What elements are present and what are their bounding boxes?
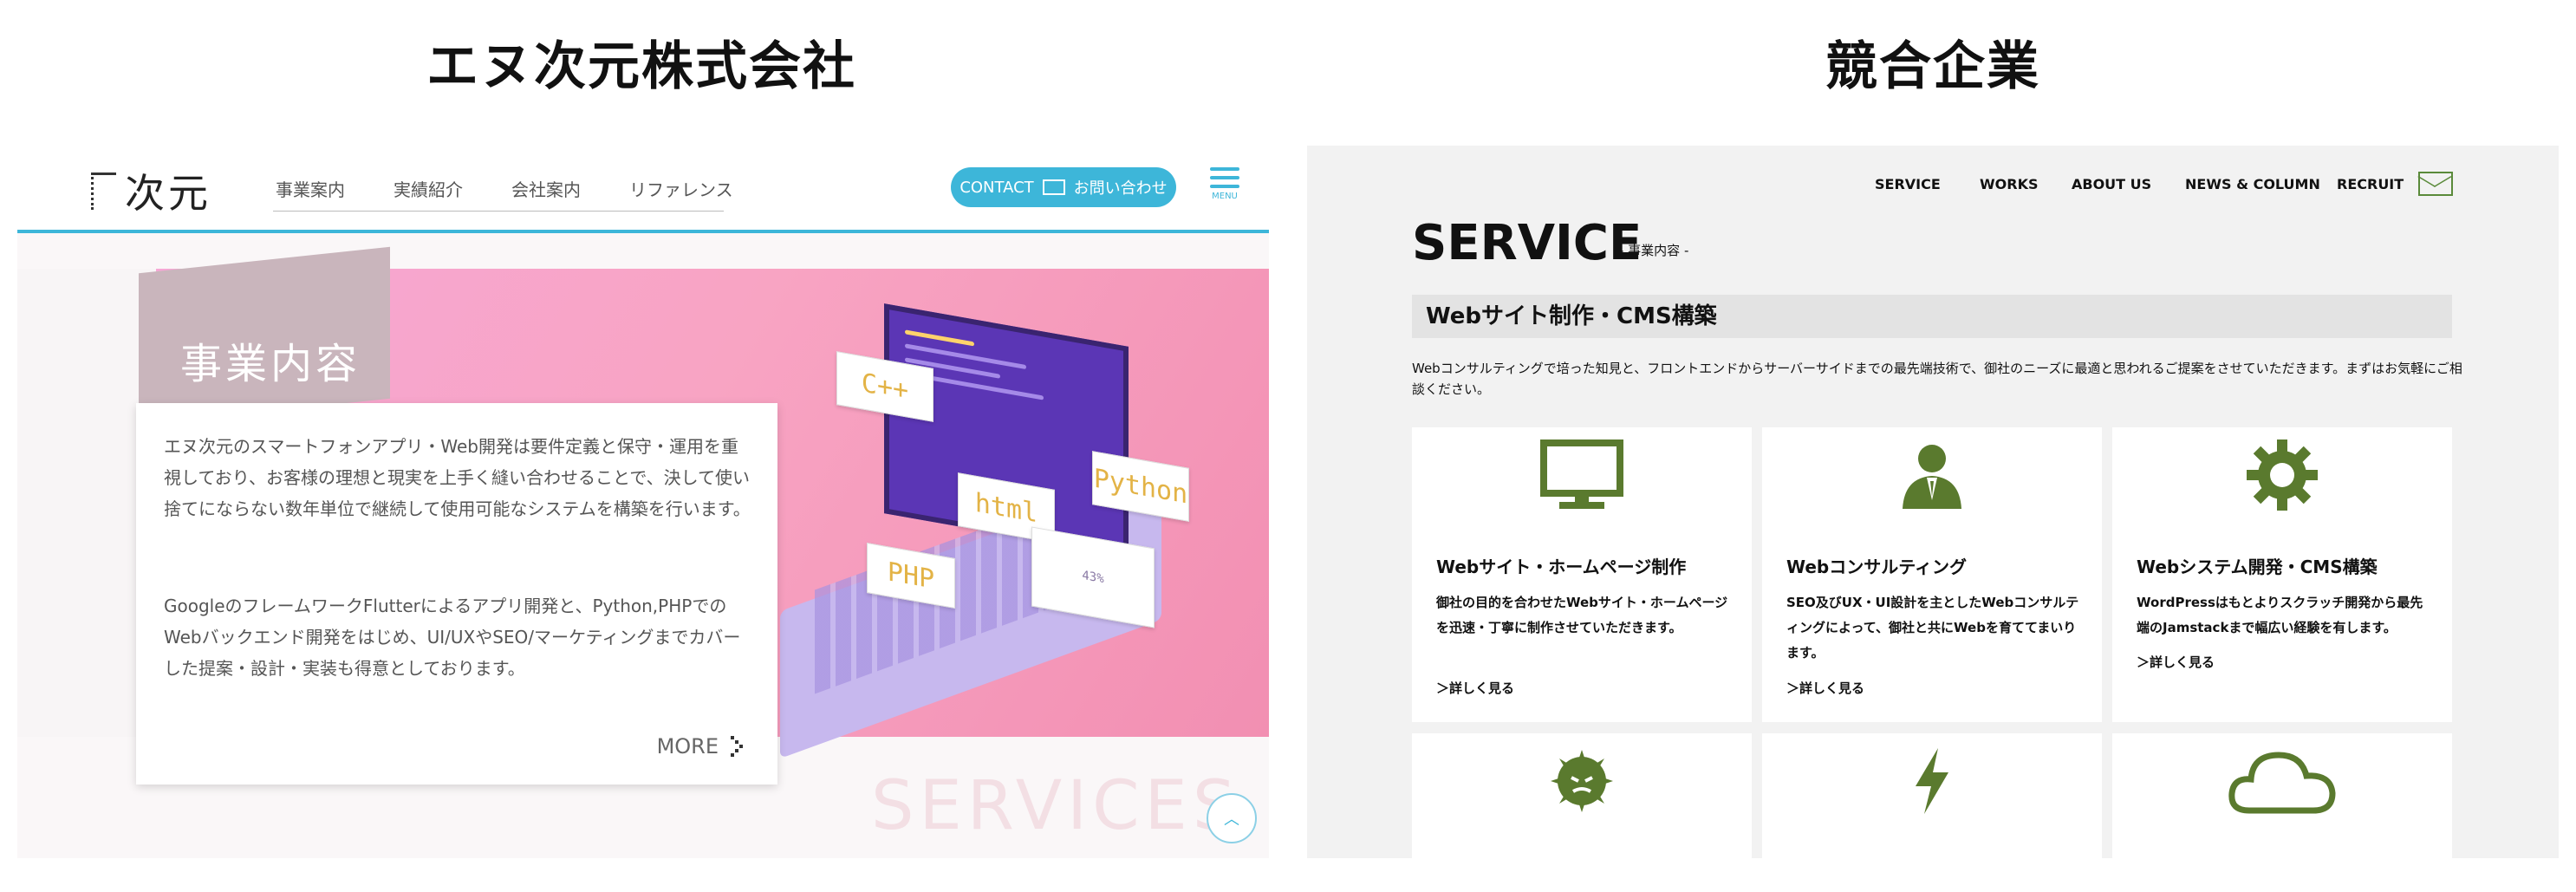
details-link[interactable]: ＞詳しく見る <box>2137 653 2215 671</box>
card-title: Webサイト・ホームページ制作 <box>1436 557 1687 577</box>
right-heading: 競合企業 <box>1825 36 2040 97</box>
service-card-website[interactable]: Webサイト・ホームページ制作 御社の目的を合わせたWebサイト・ホームページを… <box>1412 427 1752 722</box>
details-link[interactable]: ＞詳しく見る <box>1786 679 1864 697</box>
logo-mark-icon <box>91 172 116 210</box>
page-title: SERVICE <box>1412 215 1643 271</box>
section-heading: Webサイト制作・CMS構築 <box>1412 295 2452 338</box>
services-watermark: SERVICES <box>871 767 1241 845</box>
more-link[interactable]: MORE <box>657 734 743 759</box>
contact-label-ja: お問い合わせ <box>1073 179 1168 198</box>
left-heading: エヌ次元株式会社 <box>426 36 856 97</box>
lightning-icon <box>1762 733 2102 829</box>
logo[interactable]: 次元 <box>91 162 211 219</box>
contact-label-en: CONTACT <box>959 178 1034 197</box>
description-paragraph-1: エヌ次元のスマートフォンアプリ・Web開発は要件定義と保守・運用を重視しており、… <box>164 436 751 519</box>
hamburger-icon <box>1210 167 1239 171</box>
monitor-icon <box>1412 427 1752 523</box>
mail-icon <box>1042 179 1065 195</box>
card-desc: WordPressはもとよりスクラッチ開発から最先端のJamstackまで幅広い… <box>2137 595 2423 635</box>
menu-button[interactable]: MENU <box>1210 167 1239 201</box>
intro-text: Webコンサルティングで培った知見と、フロントエンドからサーバーサイドまでの最先… <box>1412 361 2462 397</box>
nav-item-reference[interactable]: リファレンス <box>629 176 733 201</box>
left-header: 次元 事業案内 実績紹介 会社案内 リファレンス CONTACT お問い合わせ … <box>17 143 1269 233</box>
description-paragraph-2: GoogleのフレームワークFlutterによるアプリ開発と、Python,PH… <box>164 596 741 679</box>
arrow-dots-icon <box>731 736 743 757</box>
nav-item-company[interactable]: 会社案内 <box>511 176 581 201</box>
menu-label: MENU <box>1212 192 1238 201</box>
virus-icon <box>1412 733 1752 829</box>
nav-about[interactable]: ABOUT US <box>2072 176 2151 192</box>
contact-button[interactable]: CONTACT お問い合わせ <box>951 167 1176 207</box>
service-card-speed[interactable] <box>1762 733 2102 858</box>
nav-item-works[interactable]: 実績紹介 <box>394 176 463 201</box>
scroll-top-button[interactable]: ︿ <box>1207 793 1257 843</box>
right-screenshot: SERVICE WORKS ABOUT US NEWS & COLUMN REC… <box>1307 146 2559 858</box>
left-screenshot: 次元 事業案内 実績紹介 会社案内 リファレンス CONTACT お問い合わせ … <box>17 143 1269 858</box>
gear-icon <box>2112 427 2452 523</box>
nav-works[interactable]: WORKS <box>1980 176 2039 192</box>
logo-text: 次元 <box>125 170 211 217</box>
service-card-system[interactable]: Webシステム開発・CMS構築 WordPressはもとよりスクラッチ開発から最… <box>2112 427 2452 722</box>
nav-item-business[interactable]: 事業案内 <box>276 176 345 201</box>
nav-service[interactable]: SERVICE <box>1875 176 1941 192</box>
service-card-cloud[interactable] <box>2112 733 2452 858</box>
nav-recruit[interactable]: RECRUIT <box>2337 176 2404 192</box>
mail-icon[interactable] <box>2418 172 2453 196</box>
card-title: Webシステム開発・CMS構築 <box>2137 557 2378 577</box>
nav-news[interactable]: NEWS & COLUMN <box>2185 176 2320 192</box>
cloud-icon <box>2112 733 2452 829</box>
card-title: Webコンサルティング <box>1786 557 1968 577</box>
description-card: エヌ次元のスマートフォンアプリ・Web開発は要件定義と保守・運用を重視しており、… <box>136 403 777 785</box>
more-label: MORE <box>656 734 719 759</box>
hero-title: 事業内容 <box>180 340 361 388</box>
page-subtitle: - 事業内容 - <box>1619 243 1689 258</box>
nav-underline <box>273 211 724 212</box>
service-card-consulting[interactable]: Webコンサルティング SEO及びUX・UI設計を主としたWebコンサルティング… <box>1762 427 2102 722</box>
chevron-up-icon: ︿ <box>1224 811 1239 829</box>
card-desc: 御社の目的を合わせたWebサイト・ホームページを迅速・丁寧に制作させていただきま… <box>1436 595 1728 635</box>
service-card-security[interactable] <box>1412 733 1752 858</box>
consultant-icon <box>1762 427 2102 523</box>
details-link[interactable]: ＞詳しく見る <box>1436 679 1514 697</box>
card-desc: SEO及びUX・UI設計を主としたWebコンサルティングによって、御社と共にWe… <box>1786 595 2079 661</box>
